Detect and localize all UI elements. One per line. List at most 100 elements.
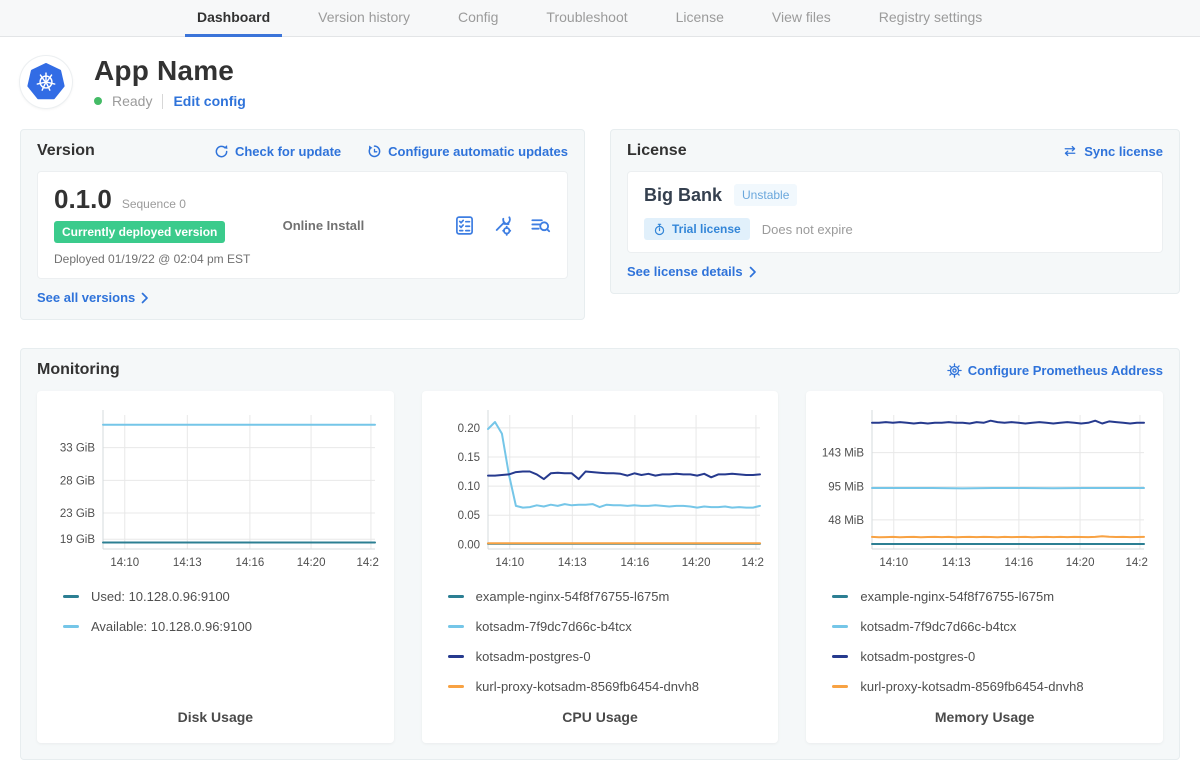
svg-text:14:13: 14:13 (173, 557, 202, 569)
chart-title: Memory Usage (820, 709, 1149, 727)
app-status-text: Ready (112, 93, 152, 109)
check-for-update-link[interactable]: Check for update (214, 144, 341, 159)
deploy-logs-search-icon[interactable] (530, 215, 551, 236)
stopwatch-icon (653, 223, 666, 236)
chart-card-memory-usage: 14:1014:1314:1614:2014:2348 MiB95 MiB143… (806, 391, 1163, 743)
svg-text:14:10: 14:10 (110, 557, 139, 569)
legend-label: Used: 10.128.0.96:9100 (91, 589, 230, 604)
chevron-right-icon (749, 266, 757, 278)
legend-label: kotsadm-7f9dc7d66c-b4tcx (476, 619, 632, 634)
chart-plot: 14:1014:1314:1614:2014:230.000.050.100.1… (436, 405, 765, 573)
see-all-versions-link[interactable]: See all versions (37, 290, 149, 305)
trial-license-badge: Trial license (644, 218, 750, 240)
legend-label: kotsadm-7f9dc7d66c-b4tcx (860, 619, 1016, 634)
legend-label: kurl-proxy-kotsadm-8569fb6454-dnvh8 (860, 679, 1083, 694)
legend-swatch-icon (448, 625, 464, 628)
legend-item: kotsadm-postgres-0 (832, 649, 1149, 664)
monitoring-section: Monitoring Configure Prometheus Address … (20, 348, 1180, 760)
config-wrench-gear-icon[interactable] (492, 215, 513, 236)
version-card-title: Version (37, 142, 95, 160)
chart-title: CPU Usage (436, 709, 765, 727)
legend-swatch-icon (832, 595, 848, 598)
chart-title: Disk Usage (51, 709, 380, 727)
svg-text:14:23: 14:23 (1126, 557, 1148, 569)
charts-row: 14:10 14:13 14:16 14:20 14:23 19 GiB 23 GiB 28 … (37, 391, 1163, 743)
chart-legend: Used: 10.128.0.96:9100 Available: 10.128… (51, 589, 380, 649)
legend-label: kotsadm-postgres-0 (476, 649, 591, 664)
sequence-label: Sequence 0 (122, 197, 186, 211)
legend-item: Used: 10.128.0.96:9100 (63, 589, 380, 604)
configure-prometheus-link[interactable]: Configure Prometheus Address (947, 363, 1163, 378)
chart-plot: 14:1014:1314:1614:2014:2348 MiB95 MiB143… (820, 405, 1149, 573)
chart-legend: example-nginx-54f8f76755-l675m kotsadm-7… (436, 589, 765, 709)
svg-text:14:20: 14:20 (681, 557, 710, 569)
svg-text:48 MiB: 48 MiB (829, 515, 865, 527)
kubernetes-wheel-icon (24, 60, 68, 104)
legend-swatch-icon (832, 655, 848, 658)
chart-card-cpu-usage: 14:1014:1314:1614:2014:230.000.050.100.1… (422, 391, 779, 743)
channel-badge: Unstable (734, 184, 797, 206)
svg-text:14:10: 14:10 (495, 557, 524, 569)
legend-label: example-nginx-54f8f76755-l675m (860, 589, 1054, 604)
clock-refresh-icon (367, 144, 382, 159)
nav-tab-registry-settings[interactable]: Registry settings (867, 0, 994, 37)
svg-text:28 GiB: 28 GiB (60, 475, 95, 487)
svg-text:14:10: 14:10 (880, 557, 909, 569)
app-logo (20, 56, 72, 108)
nav-tab-view-files[interactable]: View files (760, 0, 843, 37)
legend-item: kurl-proxy-kotsadm-8569fb6454-dnvh8 (448, 679, 765, 694)
svg-text:143 MiB: 143 MiB (822, 448, 865, 460)
svg-text:14:23: 14:23 (357, 557, 379, 569)
svg-text:14:16: 14:16 (620, 557, 649, 569)
nav-tab-config[interactable]: Config (446, 0, 510, 37)
nav-tab-troubleshoot[interactable]: Troubleshoot (534, 0, 639, 37)
chart-legend: example-nginx-54f8f76755-l675m kotsadm-7… (820, 589, 1149, 709)
sync-license-link[interactable]: Sync license (1062, 144, 1163, 159)
chevron-right-icon (141, 292, 149, 304)
svg-text:14:20: 14:20 (1066, 557, 1095, 569)
app-header: App Name Ready Edit config (0, 37, 1200, 115)
svg-text:0.05: 0.05 (457, 510, 479, 522)
legend-label: kotsadm-postgres-0 (860, 649, 975, 664)
configure-automatic-updates-link[interactable]: Configure automatic updates (367, 144, 568, 159)
see-license-details-link[interactable]: See license details (627, 264, 757, 279)
svg-text:0.10: 0.10 (457, 481, 479, 493)
svg-text:0.20: 0.20 (457, 423, 479, 435)
nav-tab-dashboard[interactable]: Dashboard (185, 0, 282, 37)
svg-text:19 GiB: 19 GiB (60, 534, 95, 546)
legend-item: kotsadm-postgres-0 (448, 649, 765, 664)
monitoring-title: Monitoring (37, 361, 120, 379)
legend-label: Available: 10.128.0.96:9100 (91, 619, 252, 634)
license-details-panel: Big Bank Unstable Trial license Does not… (627, 171, 1163, 253)
svg-text:14:13: 14:13 (558, 557, 587, 569)
legend-item: example-nginx-54f8f76755-l675m (832, 589, 1149, 604)
legend-label: kurl-proxy-kotsadm-8569fb6454-dnvh8 (476, 679, 699, 694)
legend-swatch-icon (832, 625, 848, 628)
status-ready-dot-icon (94, 97, 102, 105)
svg-text:14:13: 14:13 (942, 557, 971, 569)
chart-plot: 14:1014:1314:1614:2014:2319 GiB23 GiB28 … (51, 405, 380, 573)
summary-cards-row: Version Check for update Configure au (0, 115, 1200, 320)
chart-card-disk-usage: 14:1014:1314:1614:2014:2319 GiB23 GiB28 … (37, 391, 394, 743)
svg-text:14:23: 14:23 (741, 557, 763, 569)
svg-text:0.15: 0.15 (457, 452, 479, 464)
preflight-checklist-icon[interactable] (454, 215, 475, 236)
legend-swatch-icon (448, 595, 464, 598)
legend-item: kotsadm-7f9dc7d66c-b4tcx (832, 619, 1149, 634)
legend-item: kotsadm-7f9dc7d66c-b4tcx (448, 619, 765, 634)
legend-swatch-icon (63, 625, 79, 628)
deployed-timestamp: Deployed 01/19/22 @ 02:04 pm EST (54, 252, 283, 266)
svg-text:14:20: 14:20 (297, 557, 326, 569)
currently-deployed-badge: Currently deployed version (54, 221, 225, 243)
refresh-circular-arrow-icon (214, 144, 229, 159)
top-navigation: Dashboard Version history Config Troublesho… (0, 0, 1200, 37)
nav-tab-license[interactable]: License (664, 0, 736, 37)
legend-item: example-nginx-54f8f76755-l675m (448, 589, 765, 604)
sync-arrows-icon (1062, 144, 1078, 158)
app-name-title: App Name (94, 55, 246, 87)
edit-config-link[interactable]: Edit config (173, 93, 245, 109)
svg-text:33 GiB: 33 GiB (60, 443, 95, 455)
nav-tab-version-history[interactable]: Version history (306, 0, 422, 37)
customer-name: Big Bank (644, 185, 722, 206)
svg-text:23 GiB: 23 GiB (60, 508, 95, 520)
